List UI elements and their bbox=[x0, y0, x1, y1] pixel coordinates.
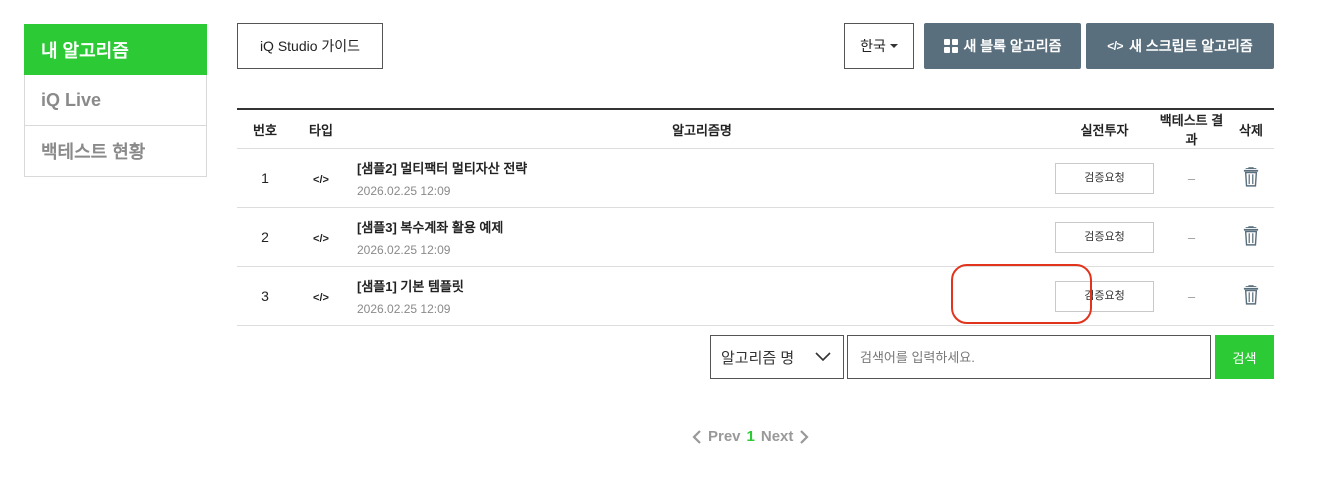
grid-icon bbox=[943, 39, 958, 53]
sidebar: 내 알고리즘 iQ Live 백테스트 현황 bbox=[24, 24, 207, 177]
row-no: 3 bbox=[261, 288, 269, 304]
language-label: 한국 bbox=[860, 38, 886, 54]
header-name: 알고리즘명 bbox=[672, 122, 732, 138]
prev-link[interactable]: Prev bbox=[708, 428, 741, 445]
guide-button-label: iQ Studio 가이드 bbox=[259, 38, 361, 54]
trash-icon[interactable] bbox=[1243, 225, 1259, 246]
code-icon: </> bbox=[1107, 39, 1124, 53]
code-type-icon: </> bbox=[313, 173, 329, 186]
new-script-algorithm-button[interactable]: </> 새 스크립트 알고리즘 bbox=[1086, 23, 1274, 69]
algorithm-title-link[interactable]: [샘플2] 멀티팩터 멀티자산 전략 bbox=[357, 158, 1055, 177]
verify-request-button[interactable]: 검증요청 bbox=[1055, 162, 1154, 194]
algorithm-title-link[interactable]: [샘플3] 복수계좌 활용 예제 bbox=[357, 217, 1055, 236]
sidebar-item-backtest-status[interactable]: 백테스트 현황 bbox=[24, 126, 207, 177]
new-block-algorithm-button[interactable]: 새 블록 알고리즘 bbox=[924, 23, 1081, 69]
trash-icon[interactable] bbox=[1243, 166, 1259, 187]
header-delete: 삭제 bbox=[1239, 122, 1263, 138]
algorithm-table: 번호 타입 알고리즘명 실전투자 백테스트 결과 삭제 1 </> [샘플2] … bbox=[237, 108, 1274, 326]
header-backtest: 백테스트 결과 bbox=[1159, 113, 1224, 147]
header-live: 실전투자 bbox=[1080, 122, 1129, 138]
search-field-select[interactable]: 알고리즘 명 bbox=[710, 335, 844, 379]
code-type-icon: </> bbox=[313, 232, 329, 245]
table-row: 3 </> [샘플1] 기본 템플릿 2026.02.25 12:09 검증요청… bbox=[237, 267, 1274, 326]
trash-icon[interactable] bbox=[1243, 284, 1259, 305]
page-current[interactable]: 1 bbox=[747, 428, 755, 445]
pagination: Prev 1 Next bbox=[692, 428, 809, 445]
iq-studio-guide-button[interactable]: iQ Studio 가이드 bbox=[237, 23, 383, 69]
table-row: 1 </> [샘플2] 멀티팩터 멀티자산 전략 2026.02.25 12:0… bbox=[237, 149, 1274, 208]
search-button-label: 검색 bbox=[1232, 350, 1257, 366]
search-input[interactable] bbox=[847, 335, 1211, 379]
search-field-label: 알고리즘 명 bbox=[721, 349, 795, 367]
search-button[interactable]: 검색 bbox=[1215, 335, 1274, 379]
backtest-result: – bbox=[1187, 229, 1196, 245]
new-script-label: 새 스크립트 알고리즘 bbox=[1129, 38, 1253, 54]
sidebar-item-my-algorithms[interactable]: 내 알고리즘 bbox=[24, 24, 207, 75]
next-link[interactable]: Next bbox=[761, 428, 794, 445]
row-no: 1 bbox=[261, 170, 269, 186]
backtest-result: – bbox=[1187, 170, 1196, 186]
new-block-label: 새 블록 알고리즘 bbox=[963, 38, 1062, 54]
algorithm-date: 2026.02.25 12:09 bbox=[357, 184, 451, 198]
header-type: 타입 bbox=[309, 122, 333, 138]
chevron-left-icon[interactable] bbox=[692, 429, 702, 444]
caret-down-icon bbox=[889, 44, 898, 48]
backtest-result: – bbox=[1187, 288, 1196, 304]
algorithm-date: 2026.02.25 12:09 bbox=[357, 243, 451, 257]
chevron-down-icon bbox=[815, 352, 831, 362]
chevron-right-icon[interactable] bbox=[799, 429, 809, 444]
algorithm-date: 2026.02.25 12:09 bbox=[357, 302, 451, 316]
code-type-icon: </> bbox=[313, 291, 329, 304]
row-no: 2 bbox=[261, 229, 269, 245]
sidebar-item-iq-live[interactable]: iQ Live bbox=[24, 75, 207, 126]
table-header: 번호 타입 알고리즘명 실전투자 백테스트 결과 삭제 bbox=[237, 110, 1274, 149]
language-dropdown[interactable]: 한국 bbox=[844, 23, 914, 69]
table-row: 2 </> [샘플3] 복수계좌 활용 예제 2026.02.25 12:09 … bbox=[237, 208, 1274, 267]
algorithm-title-link[interactable]: [샘플1] 기본 템플릿 bbox=[357, 276, 1055, 295]
header-no: 번호 bbox=[253, 122, 277, 138]
verify-request-button[interactable]: 검증요청 bbox=[1055, 221, 1154, 253]
verify-request-button[interactable]: 검증요청 bbox=[1055, 280, 1154, 312]
